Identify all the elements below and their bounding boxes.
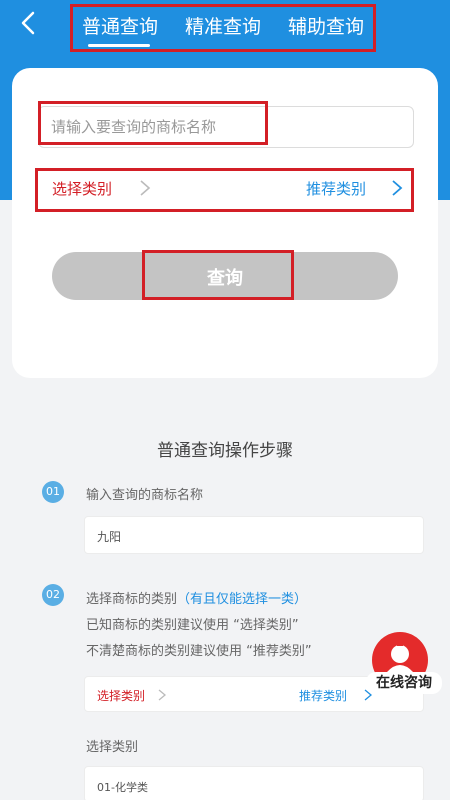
chosen-category-value: 01-化学类 [97,781,148,794]
chosen-category-title: 选择类别 [86,740,139,755]
step-number-badge: 02 [42,584,64,606]
example-recommend-category: 推荐类别 [299,689,348,703]
step-number-badge: 01 [42,481,64,503]
step2-hint: （有且仅能选择一类） [177,592,308,607]
category-highlight-frame [35,168,414,212]
guide-title: 普通查询操作步骤 [157,441,293,461]
chosen-category-box: 01-化学类 [84,766,424,800]
chevron-right-icon [157,687,167,706]
online-consult-label[interactable]: 在线咨询 [366,672,442,694]
step2-line2: 已知商标的类别建议使用 “选择类别” [86,618,299,633]
example-input-box: 九阳 [84,516,424,554]
search-highlight-frame [38,101,268,145]
back-arrow-icon[interactable] [14,8,44,38]
step2-main: 选择商标的类别 [86,592,178,607]
tabs-highlight-frame [70,4,376,52]
step2-text: 选择商标的类别（有且仅能选择一类） [86,588,307,607]
step1-text: 输入查询的商标名称 [86,488,204,503]
step2-line3: 不清楚商标的类别建议使用 “推荐类别” [86,644,312,659]
example-select-category: 选择类别 [97,689,146,703]
example-input-value: 九阳 [97,530,122,544]
query-highlight-frame [142,250,294,300]
